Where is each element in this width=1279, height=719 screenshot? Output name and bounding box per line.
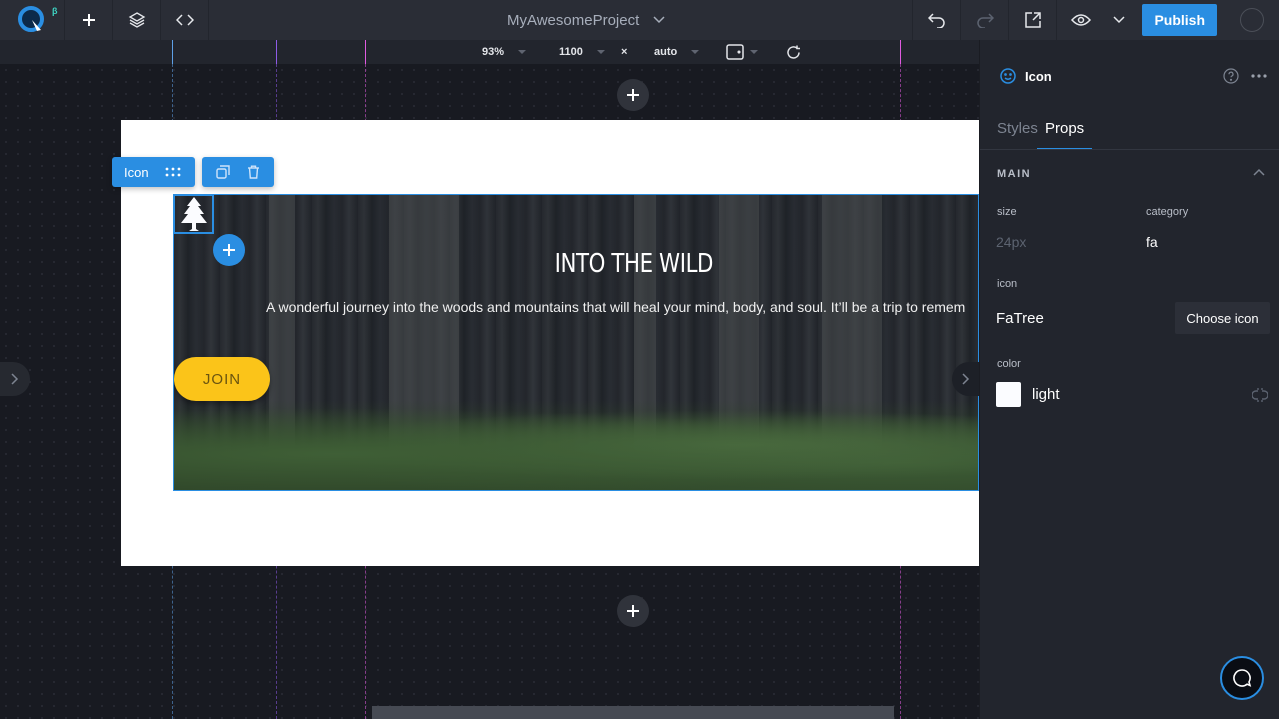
- component-name: Icon: [1025, 68, 1052, 84]
- height-select[interactable]: auto: [654, 40, 700, 64]
- more-icon[interactable]: [1251, 74, 1267, 78]
- preview-options-button[interactable]: [1104, 0, 1134, 40]
- drag-handle-icon[interactable]: [165, 167, 181, 177]
- add-element-button[interactable]: [65, 0, 113, 40]
- unlink-icon[interactable]: [1252, 387, 1268, 403]
- redo-icon: [977, 13, 994, 28]
- add-icon: [627, 605, 639, 617]
- layers-button[interactable]: [113, 0, 161, 40]
- size-input[interactable]: 24px: [996, 234, 1026, 250]
- undo-button[interactable]: [912, 0, 960, 40]
- publish-button[interactable]: Publish: [1142, 4, 1217, 36]
- hero-title[interactable]: INTO THE WILD: [257, 249, 978, 279]
- tab-styles[interactable]: Styles: [997, 120, 1038, 137]
- caret-down-icon: [691, 50, 700, 54]
- add-section-above-button[interactable]: [617, 79, 649, 111]
- category-select[interactable]: fa: [1146, 234, 1158, 250]
- add-element-button[interactable]: [213, 234, 245, 266]
- panel-tabs: Styles Props: [980, 112, 1279, 150]
- breakpoint-marker[interactable]: [365, 40, 366, 64]
- choose-icon-button[interactable]: Choose icon: [1175, 302, 1270, 334]
- device-select[interactable]: [726, 40, 758, 64]
- times-text: ×: [621, 46, 628, 58]
- add-icon: [223, 244, 235, 256]
- open-preview-button[interactable]: [1008, 0, 1056, 40]
- project-selector[interactable]: MyAwesomeProject: [507, 0, 665, 40]
- add-icon: [82, 14, 95, 26]
- app: β MyAwesomeProject Publish 93% 1100 × au…: [0, 0, 1279, 719]
- zoom-select[interactable]: 93%: [482, 40, 527, 64]
- caret-down-icon: [596, 50, 605, 54]
- category-label: category: [1146, 206, 1189, 218]
- logo-icon: [18, 6, 44, 32]
- caret-down-icon: [750, 50, 758, 54]
- breakpoint-marker[interactable]: [172, 40, 173, 64]
- color-swatch[interactable]: [996, 382, 1021, 407]
- chat-icon: [1233, 669, 1252, 687]
- foliage: [174, 400, 978, 490]
- code-button[interactable]: [161, 0, 209, 40]
- hero-subtitle[interactable]: A wonderful journey into the woods and m…: [266, 299, 965, 315]
- trash-icon: [247, 165, 259, 179]
- refresh-icon: [787, 45, 800, 59]
- chevron-right-icon: [11, 373, 19, 385]
- top-bar: β MyAwesomeProject Publish: [0, 0, 1279, 40]
- icon-label: icon: [997, 278, 1018, 290]
- preview-button[interactable]: [1056, 0, 1104, 40]
- section-main-title[interactable]: MAIN: [997, 168, 1031, 180]
- selection-actions: [202, 157, 274, 187]
- undo-icon: [927, 13, 945, 28]
- horizontal-scrollbar[interactable]: [372, 706, 894, 719]
- color-value[interactable]: light: [1032, 386, 1060, 403]
- breakpoint-marker[interactable]: [276, 40, 277, 64]
- project-name: MyAwesomeProject: [507, 11, 640, 29]
- properties-panel: Icon Styles Props MAIN size 24px categor…: [979, 40, 1279, 719]
- beta-badge: β: [52, 6, 58, 16]
- height-value: auto: [654, 46, 678, 58]
- chevron-up-icon[interactable]: [1253, 168, 1265, 176]
- chevron-down-icon: [653, 16, 665, 24]
- breakpoint-marker[interactable]: [900, 40, 901, 64]
- size-label: size: [997, 206, 1017, 218]
- zoom-value: 93%: [482, 46, 505, 58]
- redo-button[interactable]: [960, 0, 1008, 40]
- selection-label[interactable]: Icon: [112, 157, 195, 187]
- add-icon: [627, 89, 639, 101]
- add-section-below-button[interactable]: [617, 595, 649, 627]
- top-bar-right: Publish: [912, 0, 1279, 40]
- panel-header-actions: [1223, 68, 1267, 84]
- refresh-button[interactable]: [786, 40, 801, 64]
- color-label: color: [997, 358, 1021, 370]
- hero-section[interactable]: INTO THE WILD A wonderful journey into t…: [173, 194, 979, 491]
- right-panel-toggle[interactable]: [952, 362, 979, 396]
- layers-icon: [128, 12, 145, 28]
- viewport-toolbar: 93% 1100 × auto: [0, 40, 979, 64]
- code-icon: [175, 14, 194, 26]
- tab-props[interactable]: Props: [1037, 120, 1093, 149]
- help-icon[interactable]: [1223, 68, 1239, 84]
- logo[interactable]: β: [0, 0, 65, 40]
- chevron-down-icon: [1113, 16, 1125, 24]
- icon-value: FaTree: [996, 310, 1044, 327]
- duplicate-button[interactable]: [216, 165, 230, 179]
- panel-header: Icon: [1000, 68, 1052, 84]
- avatar[interactable]: [1240, 8, 1264, 32]
- width-value: 1100: [559, 46, 583, 58]
- duplicate-icon: [216, 165, 230, 179]
- join-button[interactable]: JOIN: [174, 357, 270, 401]
- times-sign: ×: [621, 40, 627, 64]
- external-link-icon: [1025, 12, 1041, 28]
- smiley-icon: [1000, 68, 1016, 84]
- device-frame-icon: [726, 44, 744, 60]
- tree-icon: [180, 197, 207, 231]
- selection-label-text: Icon: [124, 164, 149, 180]
- chat-support-button[interactable]: [1220, 656, 1264, 700]
- selected-icon-element[interactable]: [173, 194, 214, 234]
- eye-icon: [1070, 14, 1091, 26]
- delete-button[interactable]: [247, 165, 260, 179]
- chevron-right-icon: [961, 373, 969, 385]
- width-select[interactable]: 1100: [559, 40, 605, 64]
- caret-down-icon: [518, 50, 527, 54]
